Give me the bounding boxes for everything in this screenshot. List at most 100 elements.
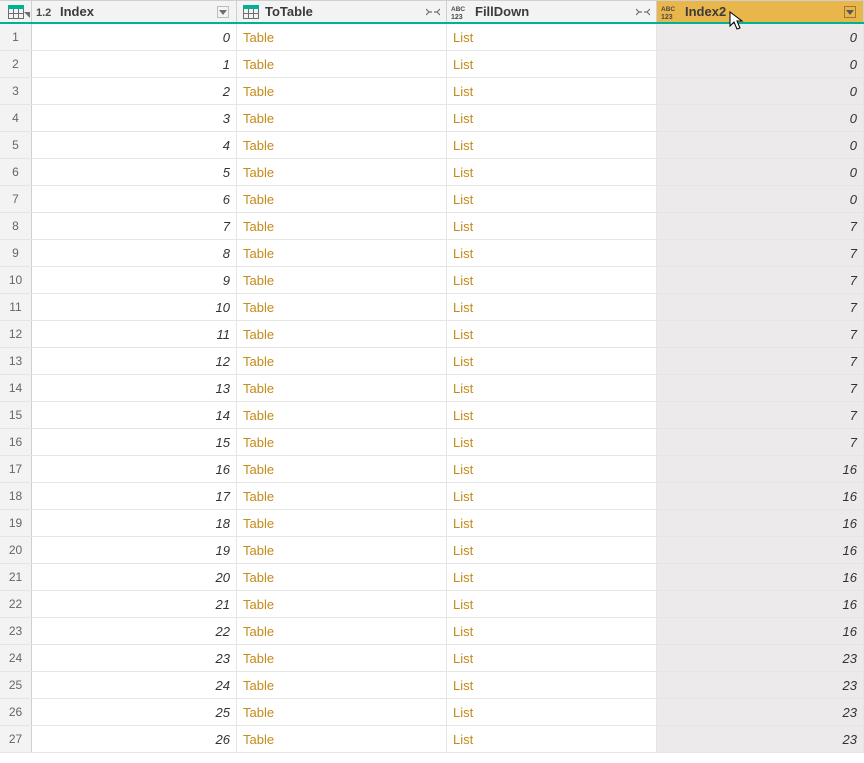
cell-filldown[interactable]: List	[447, 402, 657, 428]
row-number[interactable]: 18	[0, 483, 32, 509]
cell-index[interactable]: 21	[32, 591, 237, 617]
cell-filldown[interactable]: List	[447, 483, 657, 509]
cell-index[interactable]: 3	[32, 105, 237, 131]
cell-filldown[interactable]: List	[447, 726, 657, 752]
cell-index2[interactable]: 7	[657, 294, 864, 320]
cell-index[interactable]: 6	[32, 186, 237, 212]
table-row[interactable]: 1312TableList7	[0, 348, 864, 375]
table-row[interactable]: 87TableList7	[0, 213, 864, 240]
table-row[interactable]: 76TableList0	[0, 186, 864, 213]
table-row[interactable]: 2625TableList23	[0, 699, 864, 726]
cell-index2[interactable]: 16	[657, 510, 864, 536]
expand-column-button[interactable]	[424, 3, 442, 21]
cell-index[interactable]: 12	[32, 348, 237, 374]
cell-filldown[interactable]: List	[447, 321, 657, 347]
column-header-index2[interactable]: ABC 123 Index2	[657, 0, 864, 22]
cell-index[interactable]: 4	[32, 132, 237, 158]
table-row[interactable]: 1413TableList7	[0, 375, 864, 402]
cell-filldown[interactable]: List	[447, 456, 657, 482]
expand-column-button[interactable]	[634, 3, 652, 21]
row-number[interactable]: 25	[0, 672, 32, 698]
cell-index2[interactable]: 0	[657, 105, 864, 131]
table-row[interactable]: 1817TableList16	[0, 483, 864, 510]
row-number[interactable]: 9	[0, 240, 32, 266]
cell-totable[interactable]: Table	[237, 672, 447, 698]
cell-filldown[interactable]: List	[447, 564, 657, 590]
cell-index2[interactable]: 7	[657, 321, 864, 347]
cell-filldown[interactable]: List	[447, 348, 657, 374]
cell-filldown[interactable]: List	[447, 591, 657, 617]
cell-index[interactable]: 0	[32, 24, 237, 50]
cell-filldown[interactable]: List	[447, 618, 657, 644]
table-row[interactable]: 21TableList0	[0, 51, 864, 78]
row-number[interactable]: 7	[0, 186, 32, 212]
cell-index[interactable]: 26	[32, 726, 237, 752]
cell-index[interactable]: 8	[32, 240, 237, 266]
table-row[interactable]: 10TableList0	[0, 24, 864, 51]
cell-index2[interactable]: 0	[657, 132, 864, 158]
table-row[interactable]: 1716TableList16	[0, 456, 864, 483]
cell-totable[interactable]: Table	[237, 240, 447, 266]
table-row[interactable]: 1110TableList7	[0, 294, 864, 321]
cell-index[interactable]: 1	[32, 51, 237, 77]
cell-index2[interactable]: 16	[657, 564, 864, 590]
row-number[interactable]: 10	[0, 267, 32, 293]
row-number[interactable]: 19	[0, 510, 32, 536]
cell-totable[interactable]: Table	[237, 78, 447, 104]
row-number[interactable]: 1	[0, 24, 32, 50]
table-row[interactable]: 32TableList0	[0, 78, 864, 105]
cell-index[interactable]: 9	[32, 267, 237, 293]
cell-totable[interactable]: Table	[237, 483, 447, 509]
cell-index2[interactable]: 23	[657, 699, 864, 725]
row-number[interactable]: 11	[0, 294, 32, 320]
cell-totable[interactable]: Table	[237, 564, 447, 590]
cell-index2[interactable]: 7	[657, 402, 864, 428]
cell-totable[interactable]: Table	[237, 213, 447, 239]
cell-index[interactable]: 2	[32, 78, 237, 104]
cell-index2[interactable]: 23	[657, 645, 864, 671]
cell-index2[interactable]: 16	[657, 456, 864, 482]
cell-totable[interactable]: Table	[237, 510, 447, 536]
cell-filldown[interactable]: List	[447, 240, 657, 266]
cell-totable[interactable]: Table	[237, 456, 447, 482]
row-number[interactable]: 15	[0, 402, 32, 428]
cell-totable[interactable]: Table	[237, 402, 447, 428]
cell-filldown[interactable]: List	[447, 294, 657, 320]
cell-totable[interactable]: Table	[237, 159, 447, 185]
table-row[interactable]: 1615TableList7	[0, 429, 864, 456]
cell-index[interactable]: 17	[32, 483, 237, 509]
cell-totable[interactable]: Table	[237, 294, 447, 320]
row-number[interactable]: 3	[0, 78, 32, 104]
cell-index2[interactable]: 0	[657, 24, 864, 50]
cell-index[interactable]: 7	[32, 213, 237, 239]
cell-index[interactable]: 16	[32, 456, 237, 482]
row-number[interactable]: 23	[0, 618, 32, 644]
cell-totable[interactable]: Table	[237, 186, 447, 212]
table-row[interactable]: 65TableList0	[0, 159, 864, 186]
cell-index2[interactable]: 0	[657, 78, 864, 104]
cell-index2[interactable]: 7	[657, 267, 864, 293]
row-number[interactable]: 5	[0, 132, 32, 158]
row-number[interactable]: 16	[0, 429, 32, 455]
table-row[interactable]: 54TableList0	[0, 132, 864, 159]
table-row[interactable]: 43TableList0	[0, 105, 864, 132]
cell-filldown[interactable]: List	[447, 429, 657, 455]
cell-index2[interactable]: 7	[657, 375, 864, 401]
cell-index[interactable]: 20	[32, 564, 237, 590]
cell-index2[interactable]: 0	[657, 159, 864, 185]
table-row[interactable]: 1514TableList7	[0, 402, 864, 429]
cell-filldown[interactable]: List	[447, 699, 657, 725]
cell-totable[interactable]: Table	[237, 24, 447, 50]
row-number[interactable]: 21	[0, 564, 32, 590]
cell-index2[interactable]: 23	[657, 672, 864, 698]
cell-totable[interactable]: Table	[237, 537, 447, 563]
cell-index2[interactable]: 16	[657, 618, 864, 644]
cell-filldown[interactable]: List	[447, 213, 657, 239]
cell-totable[interactable]: Table	[237, 726, 447, 752]
table-row[interactable]: 2726TableList23	[0, 726, 864, 753]
table-options-button[interactable]	[0, 0, 32, 22]
table-row[interactable]: 2221TableList16	[0, 591, 864, 618]
cell-index2[interactable]: 7	[657, 213, 864, 239]
cell-totable[interactable]: Table	[237, 591, 447, 617]
cell-index2[interactable]: 7	[657, 240, 864, 266]
